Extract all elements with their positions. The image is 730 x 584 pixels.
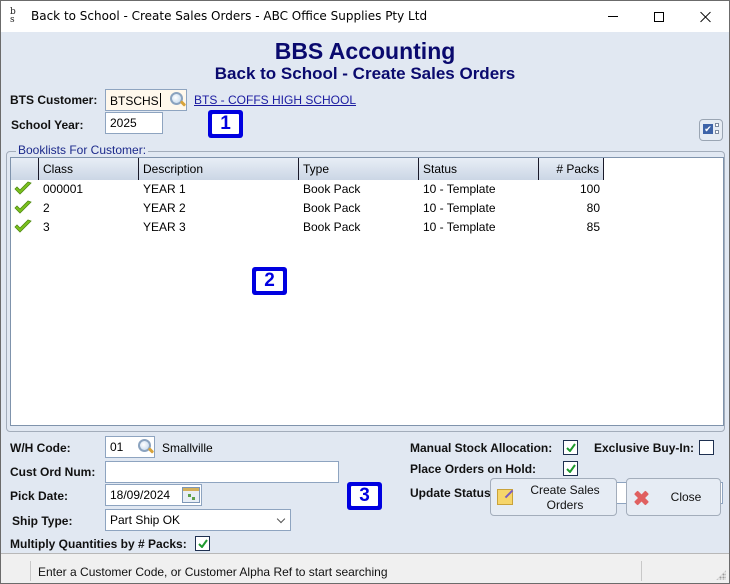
manual-stock-checkbox[interactable] <box>563 440 578 455</box>
cell-description: YEAR 3 <box>143 220 186 234</box>
cell-type: Book Pack <box>303 201 361 215</box>
manual-stock-label: Manual Stock Allocation: <box>410 441 553 455</box>
create-sales-orders-button[interactable]: Create Sales Orders <box>490 478 617 516</box>
column-chooser-button[interactable]: ✔ <box>699 119 723 141</box>
column-header-description[interactable]: Description <box>139 158 299 180</box>
app-window: bs Back to School - Create Sales Orders … <box>0 0 730 584</box>
cust-ord-input[interactable] <box>105 461 339 483</box>
maximize-icon <box>654 11 664 22</box>
title-bar: bs Back to School - Create Sales Orders … <box>1 1 729 32</box>
close-window-button[interactable] <box>683 1 729 32</box>
checkmark-icon <box>198 539 208 548</box>
table-row[interactable]: 3 YEAR 3 Book Pack 10 - Template 85 <box>11 218 604 237</box>
calendar-day <box>192 497 195 500</box>
check-icon[interactable] <box>11 199 39 218</box>
table-row[interactable]: 000001 YEAR 1 Book Pack 10 - Template 10… <box>11 180 604 199</box>
ship-type-select[interactable]: Part Ship OK <box>105 509 291 531</box>
hold-checkbox[interactable] <box>563 461 578 476</box>
calendar-icon[interactable] <box>182 487 200 503</box>
wh-name: Smallville <box>162 441 213 455</box>
app-heading: BBS Accounting <box>274 38 456 64</box>
column-header-packs[interactable]: # Packs <box>539 158 604 180</box>
customer-code-value: BTSCHS <box>110 94 159 108</box>
minimize-icon <box>608 16 618 17</box>
calendar-day <box>188 494 191 497</box>
close-x-icon <box>634 491 648 505</box>
window-title: Back to School - Create Sales Orders - A… <box>31 9 428 23</box>
school-year-label: School Year: <box>11 118 84 132</box>
close-button-label: Close <box>670 490 702 504</box>
close-icon <box>700 11 712 23</box>
column-header-class[interactable]: Class <box>39 158 139 180</box>
booklists-legend: Booklists For Customer: <box>16 143 149 157</box>
cell-status: 10 - Template <box>423 182 496 196</box>
cell-class: 2 <box>43 201 50 215</box>
hold-label: Place Orders on Hold: <box>410 462 537 476</box>
cell-status: 10 - Template <box>423 201 496 215</box>
callout-badge-1: 1 <box>208 110 243 138</box>
badge-number: 3 <box>351 486 378 506</box>
resize-grip[interactable] <box>716 570 726 580</box>
badge-number: 1 <box>212 114 239 134</box>
create-button-label: Create Sales Orders <box>530 483 600 512</box>
minimize-button[interactable] <box>590 1 636 32</box>
form-body: BBS Accounting Back to School - Create S… <box>1 32 729 553</box>
exclusive-buyin-checkbox[interactable] <box>699 440 714 455</box>
chevron-down-icon <box>276 514 286 524</box>
column-header-select[interactable] <box>11 158 39 180</box>
customer-name-link[interactable]: BTS - COFFS HIGH SCHOOL <box>194 93 356 107</box>
cust-ord-label: Cust Ord Num: <box>10 465 96 479</box>
callout-badge-3: 3 <box>347 482 382 510</box>
table-header: Class Description Type Status # Packs <box>11 158 604 180</box>
status-bar: Enter a Customer Code, or Customer Alpha… <box>1 553 729 583</box>
cell-description: YEAR 1 <box>143 182 186 196</box>
school-year-input[interactable]: 2025 <box>105 112 163 134</box>
checklist-box <box>715 130 719 134</box>
checkmark-icon <box>566 464 576 473</box>
cell-packs: 100 <box>579 182 600 196</box>
check-icon[interactable] <box>11 180 39 199</box>
text-caret <box>159 93 161 107</box>
checkmark-icon <box>566 443 576 452</box>
cell-description: YEAR 2 <box>143 201 186 215</box>
cell-class: 3 <box>43 220 50 234</box>
close-button[interactable]: Close <box>626 478 721 516</box>
status-message: Enter a Customer Code, or Customer Alpha… <box>38 565 388 579</box>
edit-note-icon <box>497 489 513 505</box>
cell-packs: 80 <box>586 201 600 215</box>
exclusive-buyin-label: Exclusive Buy-In: <box>594 441 695 455</box>
maximize-button[interactable] <box>636 1 682 32</box>
table-row[interactable]: 2 YEAR 2 Book Pack 10 - Template 80 <box>11 199 604 218</box>
badge-number: 2 <box>256 271 283 291</box>
magnifier-handle <box>179 100 187 107</box>
multiply-checkbox[interactable] <box>195 536 210 551</box>
customer-label: BTS Customer: <box>10 93 98 107</box>
bbs-logo-icon: bs <box>10 7 16 25</box>
cell-type: Book Pack <box>303 182 361 196</box>
ship-type-value: Part Ship OK <box>110 513 181 527</box>
update-status-label: Update Status: <box>410 486 495 500</box>
column-header-type[interactable]: Type <box>299 158 419 180</box>
ship-type-label: Ship Type: <box>12 514 73 528</box>
pick-date-label: Pick Date: <box>10 489 69 503</box>
column-header-status[interactable]: Status <box>419 158 539 180</box>
callout-badge-2: 2 <box>252 267 287 295</box>
multiply-label: Multiply Quantities by # Packs: <box>10 537 187 551</box>
wh-code-label: W/H Code: <box>10 441 71 455</box>
cell-class: 000001 <box>43 182 84 196</box>
booklists-table[interactable]: Class Description Type Status # Packs 00… <box>10 157 724 426</box>
calendar-header <box>183 488 199 491</box>
status-panel <box>1 561 31 581</box>
checklist-icon: ✔ <box>703 124 713 134</box>
cell-packs: 85 <box>586 220 600 234</box>
customer-lookup-button[interactable] <box>168 90 188 110</box>
status-separator <box>641 561 642 581</box>
wh-lookup-button[interactable] <box>136 437 156 457</box>
cell-status: 10 - Template <box>423 220 496 234</box>
magnifier-handle <box>147 447 155 454</box>
check-icon[interactable] <box>11 218 39 237</box>
page-title: Back to School - Create Sales Orders <box>214 64 516 83</box>
checklist-box <box>715 123 719 127</box>
cell-type: Book Pack <box>303 220 361 234</box>
